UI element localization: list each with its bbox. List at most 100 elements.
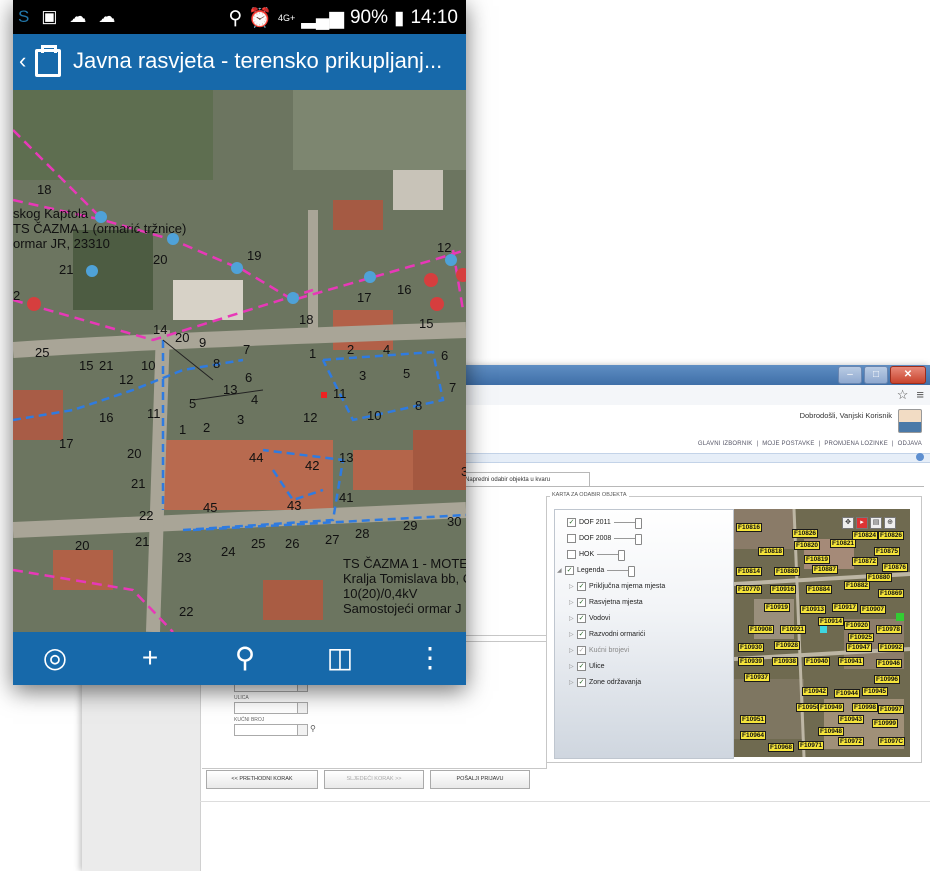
- map-object-label[interactable]: F10821: [830, 539, 857, 548]
- expand-arrow-icon[interactable]: ▷: [569, 631, 577, 638]
- layer-item[interactable]: ▷ ✓ Kućni brojevi: [569, 646, 629, 655]
- map-object-label[interactable]: F10925: [848, 633, 875, 642]
- map-object-label[interactable]: F10997: [878, 705, 905, 714]
- expand-arrow-icon[interactable]: ▷: [569, 615, 577, 622]
- map-object-label[interactable]: F10944: [834, 689, 861, 698]
- map-object-label[interactable]: F10919: [764, 603, 791, 612]
- help-icon[interactable]: [916, 453, 924, 461]
- map-object-label[interactable]: F10996: [874, 675, 901, 684]
- map-object-label[interactable]: F10937: [744, 673, 771, 682]
- map-object-label[interactable]: F10826: [878, 531, 905, 540]
- search-icon[interactable]: ⚲: [225, 642, 265, 674]
- map-object-label[interactable]: F10938: [772, 657, 799, 666]
- map-object-label[interactable]: F10949: [818, 703, 845, 712]
- nav-glavni-izbornik[interactable]: GLAVNI IZBORNIK: [698, 441, 753, 447]
- map-object-label[interactable]: F10913: [800, 605, 827, 614]
- opacity-slider[interactable]: [613, 518, 642, 529]
- nav-odjava[interactable]: ODJAVA: [898, 441, 922, 447]
- minimize-button[interactable]: –: [838, 366, 862, 384]
- ulica-select[interactable]: [234, 702, 308, 714]
- map-object-label[interactable]: F10770: [736, 585, 763, 594]
- map-object-label[interactable]: F1097C: [878, 737, 906, 746]
- back-icon[interactable]: ‹: [19, 48, 26, 74]
- layer-item[interactable]: ▷ ✓ Rasvjetna mjesta: [569, 598, 643, 607]
- map-view[interactable]: 18 19 20 21 12 16 17 18 15 2 25 15 21 10 12 14 20 9 7 1 2 4 6 8…: [13, 90, 466, 632]
- map-pan-icon[interactable]: ✥: [842, 517, 854, 529]
- map-object-label[interactable]: F10942: [802, 687, 829, 696]
- kucni-broj-select[interactable]: [234, 724, 308, 736]
- map-object-label[interactable]: F10943: [838, 715, 865, 724]
- selection-map[interactable]: F10816 F10826 F10824 F10826 F10818 F10820 F108…: [734, 509, 910, 757]
- map-object-label[interactable]: F10820: [794, 541, 821, 550]
- map-play-icon[interactable]: ▸: [856, 517, 868, 529]
- map-object-label[interactable]: F10872: [852, 557, 879, 566]
- map-object-label[interactable]: F10908: [748, 625, 775, 634]
- map-object-label[interactable]: F10968: [768, 743, 795, 752]
- map-object-label[interactable]: F10920: [844, 621, 871, 630]
- expand-arrow-icon[interactable]: ▷: [569, 647, 577, 654]
- map-object-label[interactable]: F10884: [806, 585, 833, 594]
- nav-moje-postavke[interactable]: MOJE POSTAVKE: [762, 441, 814, 447]
- map-object-label[interactable]: F10939: [738, 657, 765, 666]
- map-object-label[interactable]: F10914: [818, 617, 845, 626]
- map-object-label[interactable]: F10826: [792, 529, 819, 538]
- layer-item[interactable]: DOF 2008: [567, 534, 643, 545]
- layer-checkbox[interactable]: ✓: [577, 646, 586, 655]
- map-book-icon[interactable]: ◫: [320, 642, 360, 674]
- map-object-label[interactable]: F10941: [838, 657, 865, 666]
- layer-checkbox[interactable]: ✓: [577, 598, 586, 607]
- search-icon[interactable]: ⚲: [310, 724, 316, 733]
- send-report-button[interactable]: POŠALJI PRIJAVU: [430, 770, 530, 789]
- expand-arrow-icon[interactable]: ▷: [569, 679, 577, 686]
- map-object-label[interactable]: F10972: [838, 737, 865, 746]
- layer-item[interactable]: ▷ ✓ Ulice: [569, 662, 605, 671]
- layer-item[interactable]: ◢ ✓ Legenda: [557, 566, 636, 577]
- layer-checkbox[interactable]: ✓: [577, 582, 586, 591]
- map-object-label[interactable]: F10882: [844, 581, 871, 590]
- map-object-label[interactable]: F10814: [736, 567, 763, 576]
- layer-checkbox[interactable]: [567, 534, 576, 543]
- map-object-label[interactable]: F10917: [832, 603, 859, 612]
- map-print-icon[interactable]: ▤: [870, 517, 882, 529]
- map-object-label[interactable]: F10869: [878, 589, 905, 598]
- map-object-label[interactable]: F10930: [738, 643, 765, 652]
- map-object-label[interactable]: F10819: [804, 555, 831, 564]
- map-object-label[interactable]: F10998: [852, 703, 879, 712]
- map-object-label[interactable]: F10947: [846, 643, 873, 652]
- map-object-label[interactable]: F10816: [736, 523, 763, 532]
- map-object-label[interactable]: F10964: [740, 731, 767, 740]
- layer-item[interactable]: ▷ ✓ Vodovi: [569, 614, 610, 623]
- map-object-label[interactable]: F10875: [874, 547, 901, 556]
- map-object-label[interactable]: F10887: [812, 565, 839, 574]
- map-object-label[interactable]: F10818: [758, 547, 785, 556]
- close-button[interactable]: ✕: [890, 366, 926, 384]
- locate-icon[interactable]: ◎: [35, 642, 75, 674]
- map-object-label[interactable]: F10999: [872, 719, 899, 728]
- map-object-label[interactable]: F10876: [882, 563, 909, 572]
- map-object-label[interactable]: F10921: [780, 625, 807, 634]
- next-step-button[interactable]: SLJEDEĆI KORAK >>: [324, 770, 424, 789]
- layer-checkbox[interactable]: ✓: [577, 662, 586, 671]
- expand-arrow-icon[interactable]: ▷: [569, 599, 577, 606]
- layer-checkbox[interactable]: ✓: [577, 614, 586, 623]
- layer-checkbox[interactable]: ✓: [565, 566, 574, 575]
- nav-promjena-lozinke[interactable]: PROMJENA LOZINKE: [824, 441, 888, 447]
- layer-item[interactable]: ✓ DOF 2011: [567, 518, 642, 529]
- map-zoom-icon[interactable]: ⊕: [884, 517, 896, 529]
- opacity-slider[interactable]: [614, 534, 643, 545]
- map-object-label[interactable]: F10971: [798, 741, 825, 750]
- more-icon[interactable]: ⋮: [410, 642, 450, 674]
- map-object-label[interactable]: F10992: [878, 643, 905, 652]
- prev-step-button[interactable]: << PRETHODNI KORAK: [206, 770, 318, 789]
- map-object-label[interactable]: F10940: [804, 657, 831, 666]
- layer-checkbox[interactable]: ✓: [577, 678, 586, 687]
- star-icon[interactable]: ☆: [897, 387, 909, 403]
- layer-item[interactable]: ▷ ✓ Razvodni ormarići: [569, 630, 645, 639]
- expand-arrow-icon[interactable]: ▷: [569, 663, 577, 670]
- opacity-slider[interactable]: [607, 566, 636, 577]
- map-object-label[interactable]: F10948: [818, 727, 845, 736]
- map-object-label[interactable]: F10978: [876, 625, 903, 634]
- map-object-label[interactable]: F10928: [774, 641, 801, 650]
- opacity-slider[interactable]: [597, 550, 626, 561]
- map-object-label[interactable]: F10907: [860, 605, 887, 614]
